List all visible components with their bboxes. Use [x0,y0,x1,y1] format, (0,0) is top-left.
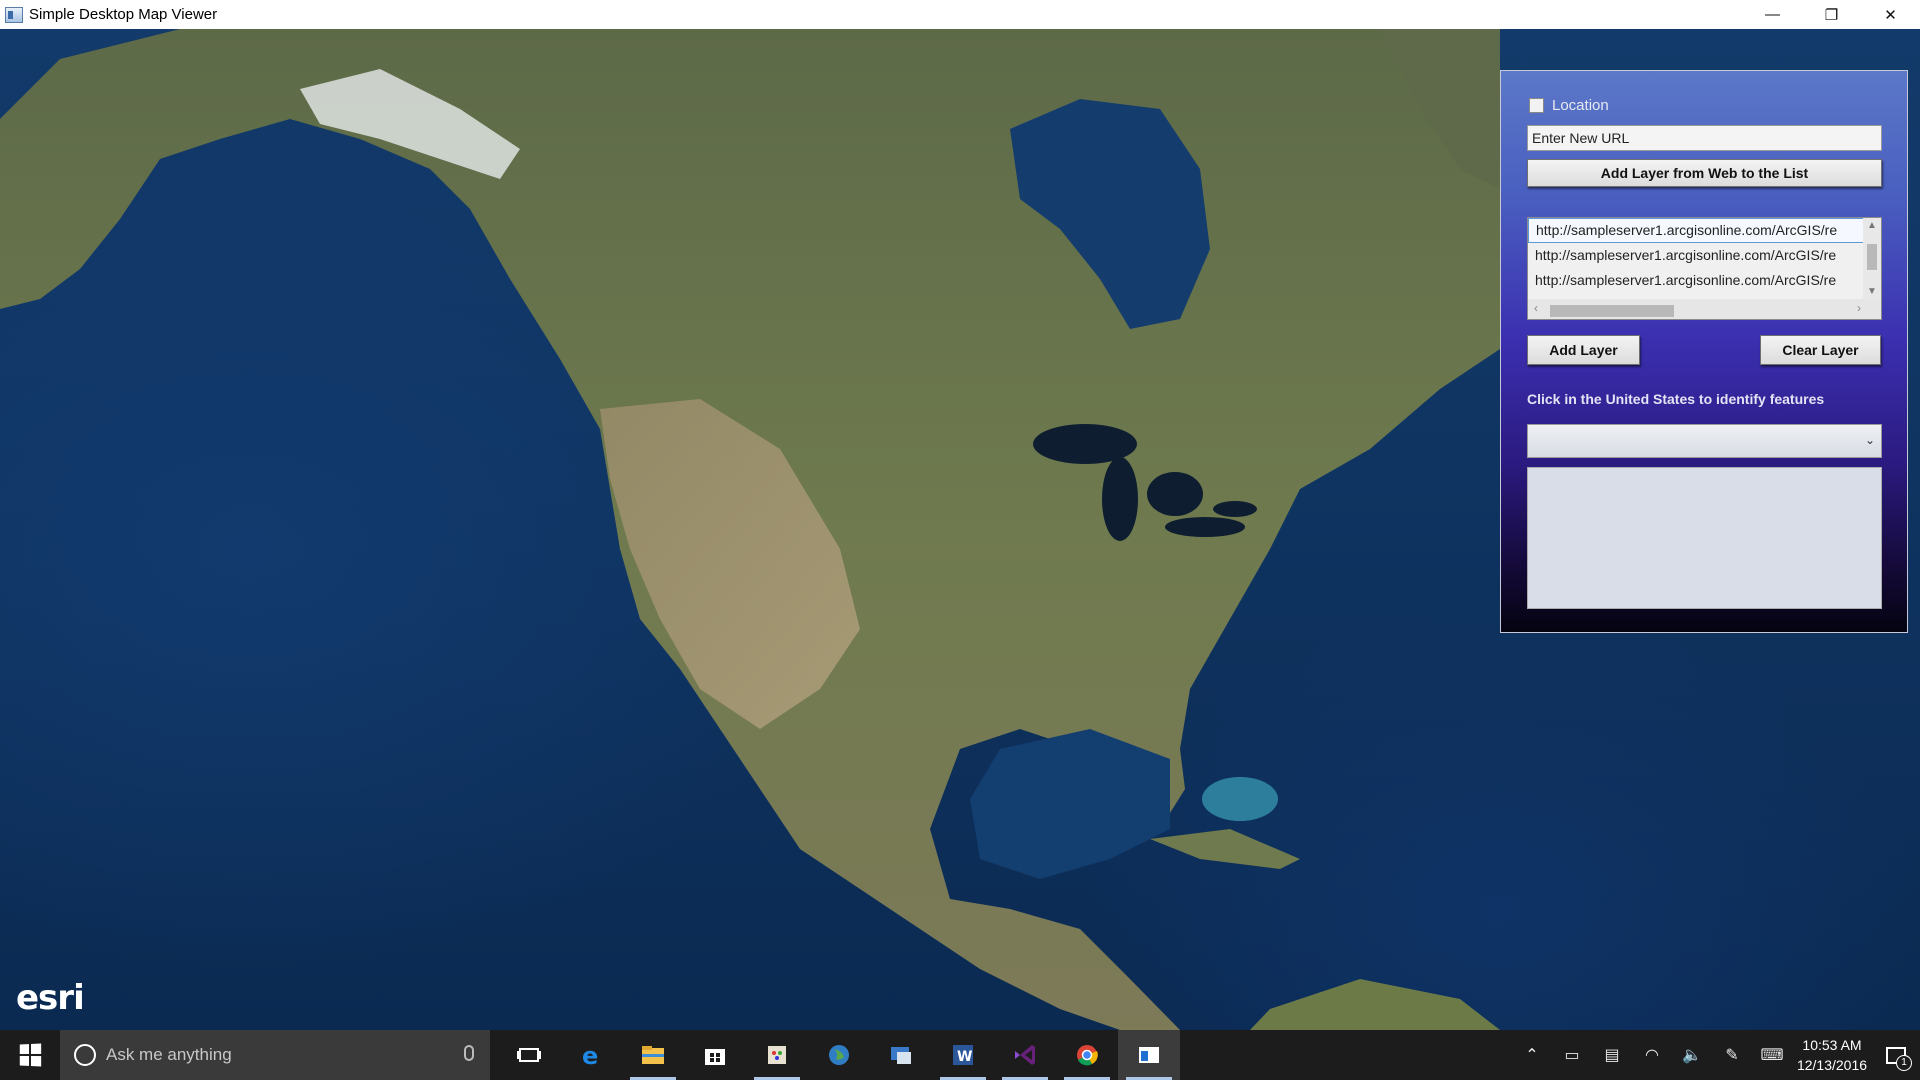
list-item[interactable]: http://sampleserver1.arcgisonline.com/Ar… [1528,218,1864,243]
input-icon[interactable]: ▤ [1592,1030,1632,1080]
windows-logo-icon [19,1043,42,1067]
cortana-icon [74,1044,96,1066]
map-viewer-button[interactable] [1118,1030,1180,1080]
microphone-icon[interactable] [464,1045,474,1061]
esri-logo: esri [16,978,85,1018]
scroll-thumb[interactable] [1867,244,1877,270]
globe-app-button[interactable] [808,1030,870,1080]
add-layer-button[interactable]: Add Layer [1527,335,1640,365]
task-view-button[interactable] [498,1030,560,1080]
window-title: Simple Desktop Map Viewer [29,6,218,23]
south-america [1250,979,1500,1030]
visual-studio-icon [1015,1045,1035,1065]
chevron-down-icon: ⌄ [1864,433,1875,447]
identify-results-box[interactable] [1527,467,1882,609]
location-row: Location [1529,97,1609,114]
chrome-icon [1077,1045,1098,1066]
chevron-up-icon[interactable]: ⌃ [1512,1030,1552,1080]
clear-layer-button[interactable]: Clear Layer [1760,335,1881,365]
svg-text:W: W [957,1049,972,1065]
gulf-of-mexico [970,729,1170,879]
keyboard-icon[interactable]: ⌨ [1752,1030,1792,1080]
clock-date: 12/13/2016 [1796,1057,1868,1073]
search-box[interactable]: Ask me anything [60,1030,490,1080]
identify-hint: Click in the United States to identify f… [1527,391,1825,407]
url-input[interactable]: Enter New URL [1527,125,1882,151]
svg-text:e: e [582,1043,598,1067]
horizontal-scrollbar[interactable]: ‹ › [1528,299,1881,319]
title-bar: Simple Desktop Map Viewer — ❐ ✕ [0,0,1920,29]
clock-time: 10:53 AM [1802,1037,1862,1053]
word-icon: W [953,1045,973,1065]
paint-icon [768,1046,786,1064]
window-controls: — ❐ ✕ [1743,0,1920,29]
edge-button[interactable]: e [560,1030,622,1080]
pinned-apps: e W [498,1030,1180,1080]
globe-app-icon [829,1045,849,1065]
list-item[interactable]: http://sampleserver1.arcgisonline.com/Ar… [1528,268,1864,293]
minimize-button[interactable]: — [1743,0,1802,29]
start-button[interactable] [0,1030,60,1080]
notification-count: 1 [1896,1055,1912,1071]
system-tray: ⌃ ▭ ▤ ◠ 🔈 ✎ ⌨ 10:53 AM 12/13/2016 1 [1512,1030,1920,1080]
pen-icon[interactable]: ✎ [1712,1030,1752,1080]
task-view-icon [517,1048,541,1062]
edge-icon: e [582,1043,598,1067]
vertical-scrollbar[interactable]: ▲ ▼ [1863,218,1881,302]
file-explorer-button[interactable] [622,1030,684,1080]
action-center-button[interactable]: 1 [1872,1030,1920,1080]
scroll-thumb[interactable] [1550,305,1674,317]
list-item[interactable]: http://sampleserver1.arcgisonline.com/Ar… [1528,243,1864,268]
identify-dropdown[interactable]: ⌄ [1527,424,1882,458]
bahamas-shallows [1202,777,1278,821]
add-layer-from-web-button[interactable]: Add Layer from Web to the List [1527,159,1882,187]
app-icon [5,6,23,23]
close-button[interactable]: ✕ [1861,0,1920,29]
map-view[interactable]: esri Location Enter New URL Add Layer fr… [0,29,1920,1030]
chrome-button[interactable] [1056,1030,1118,1080]
remote-desktop-icon [891,1047,911,1064]
visual-studio-button[interactable] [994,1030,1056,1080]
paint-button[interactable] [746,1030,808,1080]
store-icon [705,1049,725,1065]
remote-desktop-button[interactable] [870,1030,932,1080]
map-viewer-icon [1139,1047,1159,1063]
word-button[interactable]: W [932,1030,994,1080]
location-checkbox[interactable] [1529,98,1544,113]
store-button[interactable] [684,1030,746,1080]
location-label: Location [1552,97,1609,114]
taskbar: Ask me anything e W ⌃ ▭ ▤ ◠ 🔈 ✎ ⌨ 10:53 … [0,1030,1920,1080]
restore-button[interactable]: ❐ [1802,0,1861,29]
layer-url-list[interactable]: http://sampleserver1.arcgisonline.com/Ar… [1527,217,1882,320]
scroll-down-icon[interactable]: ▼ [1863,286,1881,297]
scroll-up-icon[interactable]: ▲ [1863,220,1881,231]
search-placeholder: Ask me anything [106,1045,232,1064]
volume-icon[interactable]: 🔈 [1672,1030,1712,1080]
drive-icon[interactable]: ▭ [1552,1030,1592,1080]
scroll-right-icon[interactable]: › [1857,301,1861,315]
control-panel: Location Enter New URL Add Layer from We… [1500,70,1908,633]
scroll-left-icon[interactable]: ‹ [1534,301,1538,315]
cuba [1150,829,1300,869]
clock[interactable]: 10:53 AM 12/13/2016 [1792,1035,1872,1075]
wifi-icon[interactable]: ◠ [1632,1030,1672,1080]
file-explorer-icon [642,1046,664,1064]
